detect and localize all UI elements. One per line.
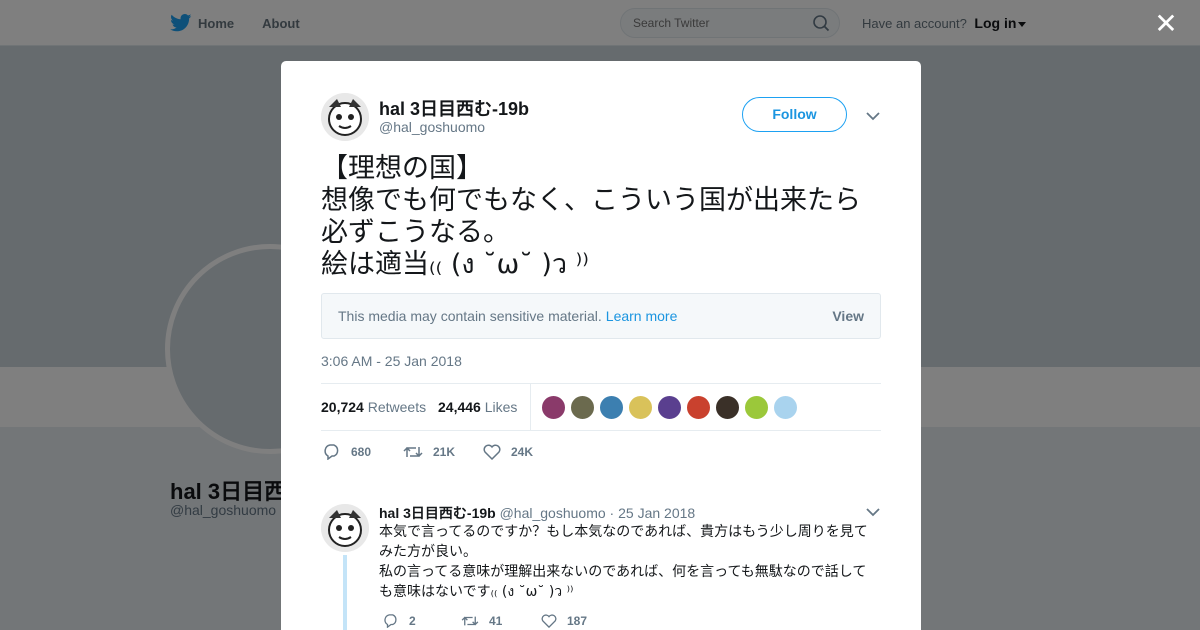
- retweet-icon: [461, 616, 479, 626]
- like-count: 24K: [511, 445, 534, 459]
- reply-reply-count: 2: [409, 614, 416, 628]
- liker-avatar[interactable]: [657, 395, 682, 420]
- sensitive-notice: This media may contain sensitive materia…: [338, 308, 602, 324]
- tweet-stats: 20,724 Retweets 24,446 Likes: [321, 383, 881, 431]
- tweet-timestamp[interactable]: 3:06 AM - 25 Jan 2018: [321, 353, 462, 369]
- heart-icon: [541, 614, 557, 628]
- likes-stat[interactable]: 24,446 Likes: [438, 399, 517, 415]
- liker-avatar[interactable]: [599, 395, 624, 420]
- retweets-count: 20,724: [321, 399, 364, 415]
- learn-more-link[interactable]: Learn more: [606, 308, 678, 324]
- reply-like-action[interactable]: 187: [541, 614, 587, 628]
- reply-text: 本気で言ってるのですか？もし本気なのであれば、貴方はもう少し周りを見て みた方が…: [379, 524, 868, 600]
- reply-chevron-down-icon[interactable]: [866, 507, 880, 517]
- view-button[interactable]: View: [832, 308, 864, 324]
- thread-line: [343, 555, 347, 630]
- liker-avatar[interactable]: [715, 395, 740, 420]
- liker-avatar[interactable]: [773, 395, 798, 420]
- stats-divider: [530, 384, 531, 431]
- retweets-stat[interactable]: 20,724 Retweets: [321, 399, 426, 415]
- like-action[interactable]: 24K: [483, 444, 533, 460]
- reply-date[interactable]: 25 Jan 2018: [618, 505, 695, 521]
- sensitive-media-notice: This media may contain sensitive materia…: [321, 293, 881, 339]
- reply-author-name[interactable]: hal 3日目西む-19b: [379, 505, 496, 521]
- close-icon[interactable]: ✕: [1154, 10, 1178, 38]
- reply-header: hal 3日目西む-19b @hal_goshuomo · 25 Jan 201…: [379, 503, 695, 523]
- liker-avatar[interactable]: [686, 395, 711, 420]
- reply-icon: [384, 614, 397, 628]
- author-name[interactable]: hal 3日目西む-19b: [379, 95, 529, 121]
- retweet-icon: [403, 446, 423, 458]
- author-avatar[interactable]: [321, 93, 369, 141]
- liker-avatar[interactable]: [744, 395, 769, 420]
- reply-retweet-count: 41: [489, 614, 503, 628]
- tweet-modal: hal 3日目西む-19b @hal_goshuomo Follow 【理想の国…: [281, 61, 921, 630]
- reply-count: 680: [351, 445, 372, 459]
- retweet-action[interactable]: 21K: [403, 444, 455, 460]
- retweet-count: 21K: [433, 445, 456, 459]
- reply-separator: ·: [609, 505, 615, 521]
- avatar-art-icon: [321, 504, 369, 552]
- follow-button[interactable]: Follow: [742, 97, 847, 132]
- reply-action[interactable]: 680: [323, 444, 371, 460]
- liker-avatar[interactable]: [541, 395, 566, 420]
- liker-avatar[interactable]: [628, 395, 653, 420]
- author-handle[interactable]: @hal_goshuomo: [379, 119, 485, 135]
- reply-icon: [324, 444, 339, 460]
- tweet-text: 【理想の国】 想像でも何でもなく、こういう国が出来たら 必ずこうなる。 絵は適当…: [321, 153, 861, 280]
- reply-like-count: 187: [567, 614, 588, 628]
- reply-author-handle[interactable]: @hal_goshuomo: [500, 505, 606, 521]
- retweets-label: Retweets: [367, 399, 427, 415]
- liker-avatar[interactable]: [570, 395, 595, 420]
- chevron-down-icon[interactable]: [866, 111, 880, 121]
- reply-retweet-action[interactable]: 41: [461, 614, 502, 628]
- reply-reply-action[interactable]: 2: [383, 614, 416, 628]
- sensitive-text: This media may contain sensitive materia…: [338, 308, 677, 324]
- likes-label: Likes: [484, 399, 518, 415]
- likes-count: 24,446: [438, 399, 481, 415]
- avatar-art-icon: [321, 93, 369, 141]
- heart-icon: [483, 444, 501, 460]
- reply-author-avatar[interactable]: [321, 504, 369, 552]
